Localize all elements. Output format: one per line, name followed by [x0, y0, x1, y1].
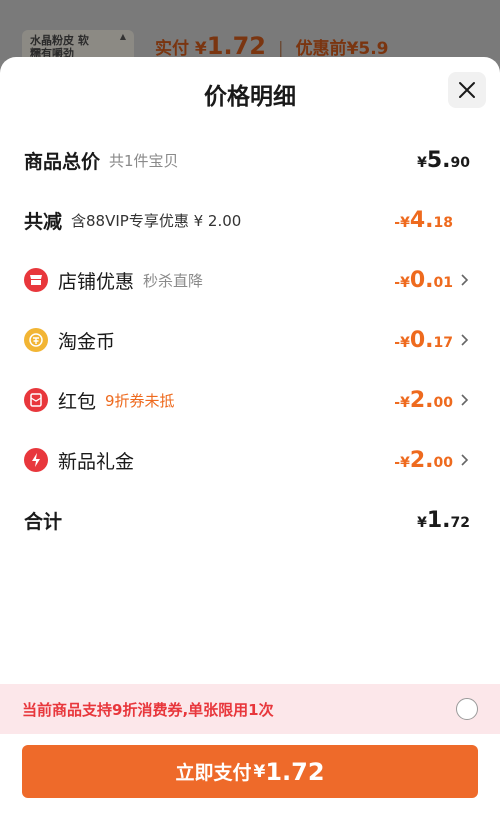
row-label: 淘金币: [58, 330, 116, 353]
value-integer: 0.: [409, 267, 434, 293]
row-label: 商品总价: [24, 150, 101, 173]
row-label: 合计: [24, 510, 63, 533]
thumbnail-mark-icon: ▲: [119, 32, 126, 41]
chevron-right-icon: [459, 333, 470, 347]
value-decimal: 00: [433, 394, 453, 411]
value-integer: 5.: [426, 147, 451, 173]
pay-amount: 1.72: [265, 757, 325, 786]
value-currency: ¥: [417, 514, 427, 531]
row-value: -¥ 2. 00: [394, 388, 470, 413]
value-decimal: 90: [450, 154, 470, 171]
pay-label: 立即支付: [175, 762, 252, 784]
coupon-radio-button[interactable]: [456, 698, 478, 720]
row-value: -¥ 2. 00: [394, 448, 470, 473]
row-value: -¥ 0. 01: [394, 268, 470, 293]
row-red-envelope[interactable]: 红包 9折券未抵 -¥ 2. 00: [24, 380, 470, 420]
row-store-discount[interactable]: 店铺优惠 秒杀直降 -¥ 0. 01: [24, 260, 470, 300]
row-note: 秒杀直降: [143, 271, 204, 290]
value-integer: 0.: [409, 327, 434, 353]
value-integer: 4.: [409, 207, 434, 233]
value-decimal: 72: [450, 514, 470, 531]
row-taobao-coins[interactable]: 淘金币 -¥ 0. 17: [24, 320, 470, 360]
row-value: ¥1. 72: [417, 508, 470, 533]
row-value: -¥ 4. 18: [394, 208, 470, 233]
value-decimal: 00: [433, 454, 453, 471]
row-note: 含88VIP专享优惠 ¥ 2.00: [71, 211, 242, 230]
price-detail-sheet: 价格明细 商品总价 共1件宝贝 ¥5. 90 共减 含88VIP专享优惠 ¥ 2.…: [0, 57, 500, 818]
before-discount-amount: ¥5.9: [346, 39, 389, 59]
row-total-discount: 共减 含88VIP专享优惠 ¥ 2.00 -¥ 4. 18: [24, 200, 470, 240]
red-envelope-icon: [24, 388, 48, 412]
chevron-right-icon: [459, 273, 470, 287]
row-new-product-gift[interactable]: 新品礼金 -¥ 2. 00: [24, 440, 470, 480]
value-currency: -¥: [394, 454, 410, 471]
pay-now-button[interactable]: 立即支付 ¥ 1.72: [22, 745, 478, 798]
row-value: -¥ 0. 17: [394, 328, 470, 353]
chevron-right-icon: [459, 393, 470, 407]
value-decimal: 17: [433, 334, 453, 351]
value-integer: 2.: [409, 387, 434, 413]
value-decimal: 18: [433, 214, 453, 231]
row-note: 共1件宝贝: [109, 151, 179, 170]
paid-amount: 1.72: [206, 32, 266, 60]
row-note: 9折券未抵: [105, 391, 175, 410]
value-currency: -¥: [394, 334, 410, 351]
separator: |: [277, 39, 284, 59]
value-currency: ¥: [417, 154, 427, 171]
row-label: 新品礼金: [58, 450, 135, 473]
gold-coin-icon: [24, 328, 48, 352]
lightning-icon: [24, 448, 48, 472]
row-label: 共减: [24, 210, 63, 233]
row-label: 红包: [58, 390, 97, 413]
value-currency: -¥: [394, 394, 410, 411]
coupon-notice-text: 当前商品支持9折消费券,单张限用1次: [22, 700, 274, 719]
paid-label: 实付: [155, 39, 189, 59]
store-icon: [24, 268, 48, 292]
paid-currency: ¥: [194, 39, 207, 59]
chevron-right-icon: [459, 453, 470, 467]
value-integer: 2.: [409, 447, 434, 473]
value-currency: -¥: [394, 274, 410, 291]
background-price-summary: 实付 ¥1.72 | 优惠前¥5.9: [155, 32, 389, 60]
row-value: ¥5. 90: [417, 148, 470, 173]
coupon-notice-bar: 当前商品支持9折消费券,单张限用1次: [0, 684, 500, 734]
row-label: 店铺优惠: [58, 270, 135, 293]
before-discount-label: 优惠前: [295, 39, 347, 59]
pay-currency: ¥: [253, 761, 266, 782]
row-item-total: 商品总价 共1件宝贝 ¥5. 90: [24, 140, 470, 180]
value-currency: -¥: [394, 214, 410, 231]
value-decimal: 01: [433, 274, 453, 291]
row-grand-total: 合计 ¥1. 72: [24, 500, 470, 540]
close-icon: [459, 82, 475, 98]
value-integer: 1.: [426, 507, 451, 533]
sheet-title: 价格明细: [204, 84, 296, 110]
close-button[interactable]: [448, 72, 486, 108]
